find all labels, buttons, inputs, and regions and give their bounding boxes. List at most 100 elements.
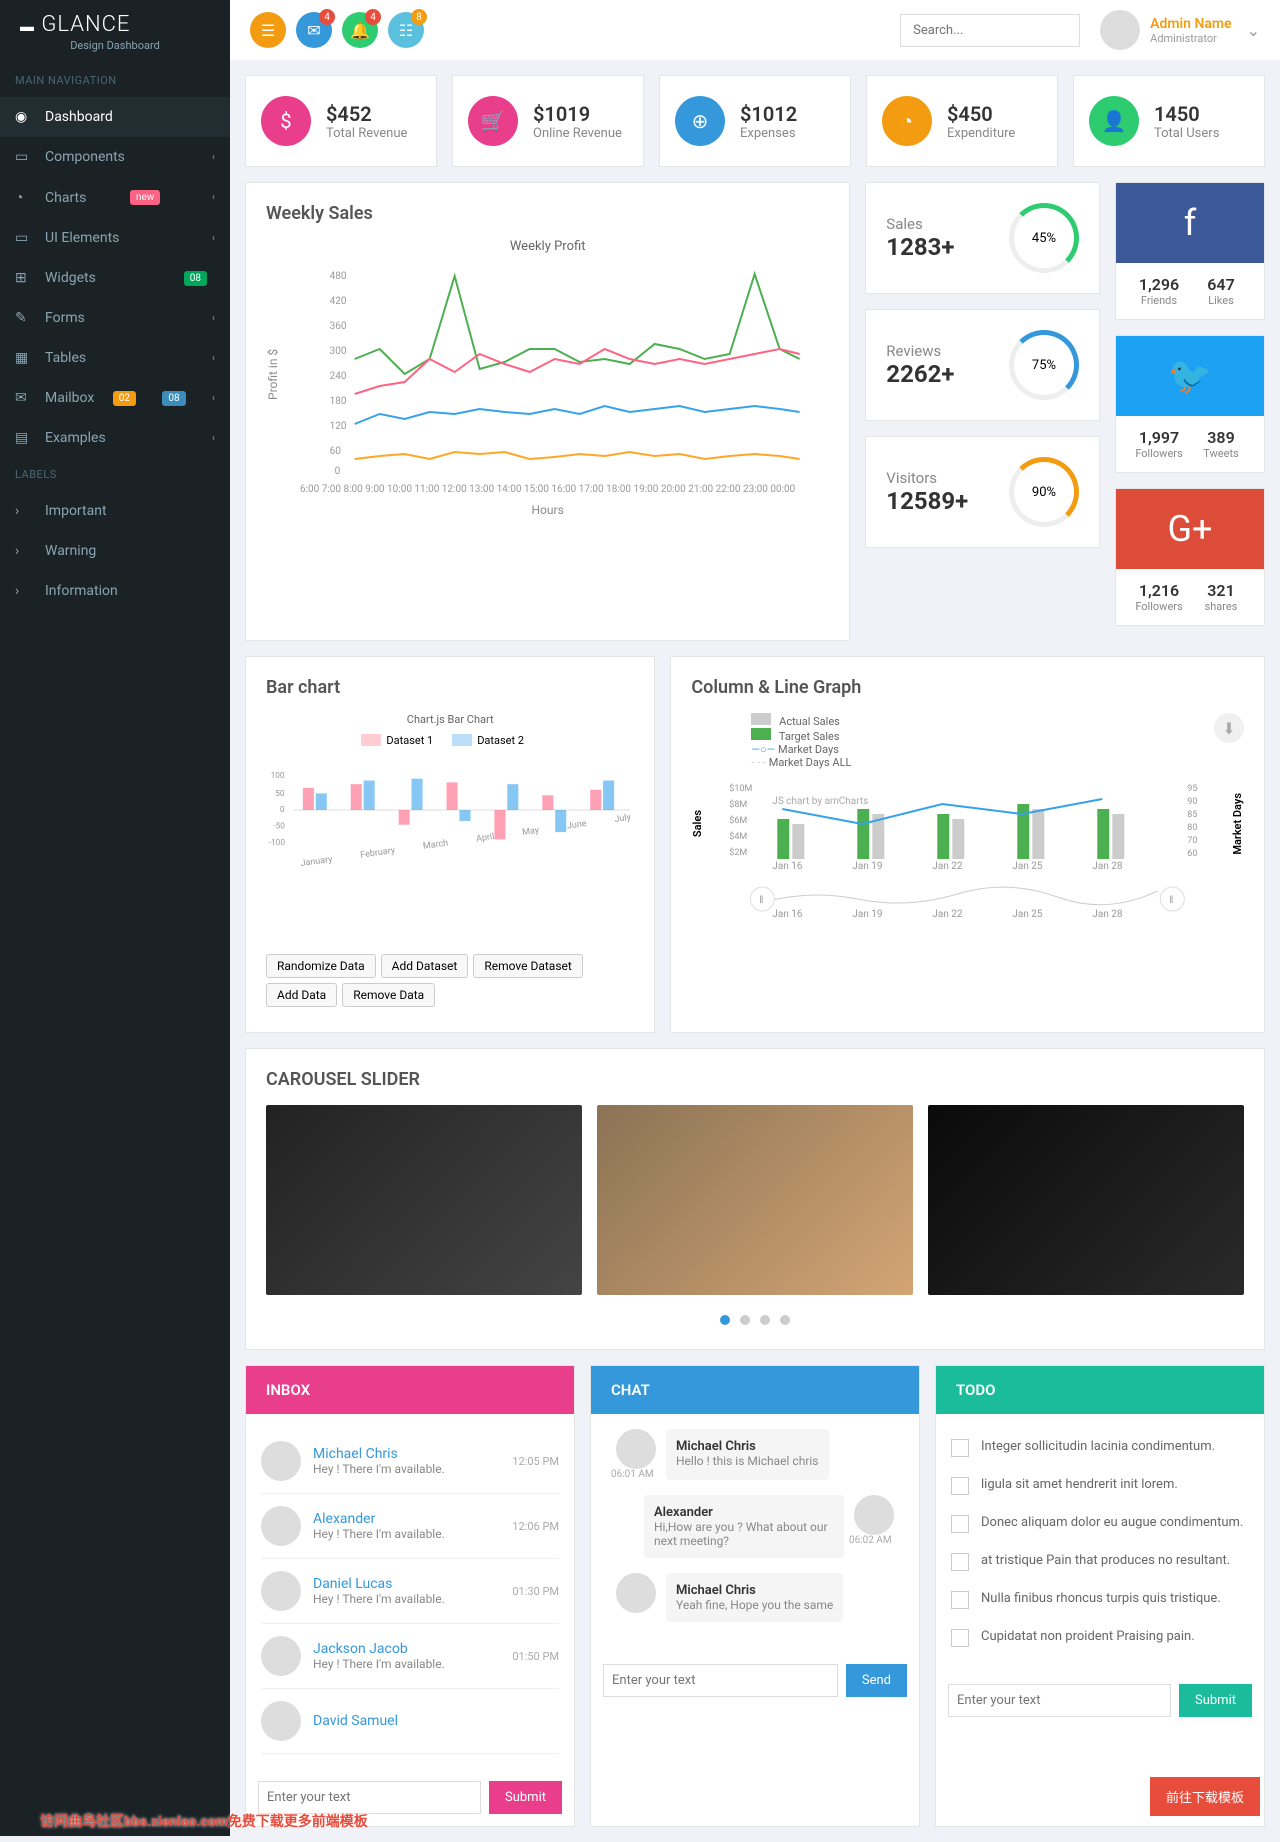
sidebar-item-ui-elements[interactable]: ▭UI Elements‹ [0, 218, 230, 258]
nav-icon: ⊞ [15, 270, 35, 286]
avatar [1100, 10, 1140, 50]
progress-ring: 75% [1009, 330, 1079, 400]
download-template-button[interactable]: 前往下载模板 [1150, 1777, 1260, 1816]
progress-ring: 45% [1009, 203, 1079, 273]
bell-button[interactable]: 🔔4 [342, 12, 378, 48]
svg-text:95: 95 [1188, 784, 1198, 794]
nav-icon: ◔ [15, 189, 35, 206]
social-icon: f [1116, 183, 1264, 263]
nav-icon: ◉ [15, 109, 35, 125]
mini-stat: Visitors12589+90% [865, 436, 1100, 548]
svg-text:180: 180 [330, 396, 347, 407]
menu-toggle-button[interactable]: ☰ [250, 12, 286, 48]
carousel-dot[interactable] [780, 1315, 790, 1325]
carousel-dot[interactable] [740, 1315, 750, 1325]
svg-text:480: 480 [330, 271, 347, 282]
svg-text:$4M: $4M [730, 831, 748, 842]
inbox-submit-button[interactable]: Submit [489, 1781, 562, 1814]
download-icon[interactable]: ⬇ [1214, 713, 1244, 743]
randomize-data-button[interactable]: Randomize Data [266, 954, 376, 978]
label-item-warning[interactable]: ›Warning [0, 531, 230, 571]
carousel-dot[interactable] [720, 1315, 730, 1325]
avatar [261, 1441, 301, 1481]
carousel-image[interactable] [266, 1105, 582, 1295]
social-card[interactable]: 🐦1,997Followers389Tweets [1115, 335, 1265, 473]
sidebar-item-examples[interactable]: ▤Examples‹ [0, 418, 230, 458]
stat-icon: $ [261, 96, 311, 146]
sidebar-item-mailbox[interactable]: ✉Mailbox0208‹ [0, 378, 230, 418]
svg-text:-50: -50 [273, 821, 285, 831]
sidebar-item-widgets[interactable]: ⊞Widgets08 [0, 258, 230, 298]
sidebar: ▬ GLANCE Design Dashboard MAIN NAVIGATIO… [0, 0, 230, 1836]
todo-item: ligula sit amet hendrerit init lorem. [951, 1467, 1249, 1505]
nav-icon: ▭ [15, 230, 35, 246]
inbox-input[interactable] [258, 1781, 481, 1814]
weekly-chart: 480420360 300240180 120600 [280, 264, 829, 484]
todo-checkbox[interactable] [951, 1439, 969, 1457]
social-card[interactable]: f1,296Friends647Likes [1115, 182, 1265, 320]
svg-text:Jan 19: Jan 19 [853, 861, 883, 869]
remove-dataset-button[interactable]: Remove Dataset [473, 954, 582, 978]
chat-send-button[interactable]: Send [846, 1664, 907, 1697]
stat-card: $$452Total Revenue [245, 75, 437, 167]
column-line-panel: Column & Line Graph ⬇ Actual Sales Targe… [670, 656, 1265, 1033]
task-button[interactable]: ☷8 [388, 12, 424, 48]
watermark: 访问曲鸟社区bbs.xienlao.com免费下载更多前端模板 [40, 1811, 368, 1831]
add-dataset-button[interactable]: Add Dataset [381, 954, 469, 978]
label-item-important[interactable]: ›Important [0, 491, 230, 531]
social-icon: 🐦 [1116, 336, 1264, 416]
chat-widget: CHAT 06:01 AMMichael ChrisHello ! this i… [590, 1365, 920, 1827]
sidebar-item-tables[interactable]: ▦Tables‹ [0, 338, 230, 378]
chat-input[interactable] [603, 1664, 838, 1697]
todo-checkbox[interactable] [951, 1553, 969, 1571]
remove-data-button[interactable]: Remove Data [342, 983, 435, 1007]
add-data-button[interactable]: Add Data [266, 983, 337, 1007]
stat-card: 🛒$1019Online Revenue [452, 75, 644, 167]
todo-checkbox[interactable] [951, 1515, 969, 1533]
svg-text:Jan 28: Jan 28 [1093, 909, 1124, 919]
inbox-item[interactable]: Daniel LucasHey ! There I'm available.01… [261, 1559, 559, 1624]
search-box [900, 14, 1080, 47]
inbox-widget: INBOX Michael ChrisHey ! There I'm avail… [245, 1365, 575, 1827]
svg-text:120: 120 [330, 421, 347, 432]
scrollbar-chart[interactable]: ‖ ‖ Jan 16Jan 19Jan 22Jan 25Jan 28 [691, 879, 1244, 919]
stat-icon: ⊕ [675, 96, 725, 146]
search-input[interactable] [900, 14, 1080, 47]
inbox-item[interactable]: David Samuel [261, 1689, 559, 1754]
carousel-image[interactable] [928, 1105, 1244, 1295]
todo-checkbox[interactable] [951, 1477, 969, 1495]
svg-text:Jan 28: Jan 28 [1093, 861, 1124, 869]
chevron-left-icon: ‹ [212, 152, 215, 163]
nav-icon: ▦ [15, 350, 35, 366]
sidebar-item-charts[interactable]: ◔Chartsnew‹ [0, 177, 230, 218]
avatar [261, 1636, 301, 1676]
carousel-image[interactable] [597, 1105, 913, 1295]
carousel-dot[interactable] [760, 1315, 770, 1325]
svg-text:Jan 22: Jan 22 [933, 861, 964, 869]
label-item-information[interactable]: ›Information [0, 571, 230, 611]
user-menu[interactable]: Admin Name Administrator ⌄ [1100, 10, 1260, 50]
inbox-item[interactable]: Jackson JacobHey ! There I'm available.0… [261, 1624, 559, 1689]
chat-message: 06:02 AMAlexanderHi,How are you ? What a… [606, 1495, 904, 1558]
sidebar-item-forms[interactable]: ✎Forms‹ [0, 298, 230, 338]
inbox-item[interactable]: AlexanderHey ! There I'm available.12:06… [261, 1494, 559, 1559]
logo[interactable]: ▬ GLANCE Design Dashboard [0, 0, 230, 64]
todo-item: Integer sollicitudin lacinia condimentum… [951, 1429, 1249, 1467]
todo-input[interactable] [948, 1684, 1171, 1717]
chevron-left-icon: ‹ [212, 433, 215, 444]
nav-header-main: MAIN NAVIGATION [0, 64, 230, 97]
todo-submit-button[interactable]: Submit [1179, 1684, 1252, 1717]
chevron-left-icon: ‹ [212, 192, 215, 203]
svg-text:$2M: $2M [730, 847, 748, 858]
mini-stat: Sales1283+45% [865, 182, 1100, 294]
todo-checkbox[interactable] [951, 1629, 969, 1647]
todo-checkbox[interactable] [951, 1591, 969, 1609]
sidebar-item-components[interactable]: ▭Components‹ [0, 137, 230, 177]
svg-text:85: 85 [1188, 810, 1198, 820]
svg-text:Jan 19: Jan 19 [853, 909, 883, 919]
inbox-item[interactable]: Michael ChrisHey ! There I'm available.1… [261, 1429, 559, 1494]
sidebar-item-dashboard[interactable]: ◉Dashboard [0, 97, 230, 137]
svg-text:100: 100 [271, 771, 285, 781]
mail-button[interactable]: ✉4 [296, 12, 332, 48]
social-card[interactable]: G+1,216Followers321shares [1115, 488, 1265, 626]
